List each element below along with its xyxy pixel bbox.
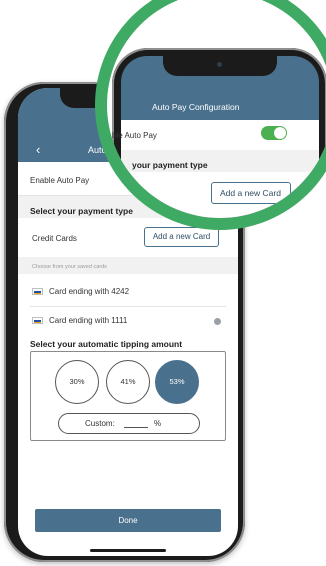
selected-check-icon: [214, 318, 221, 325]
tip-option-53[interactable]: 53%: [155, 360, 199, 404]
custom-tip-label: Custom:: [85, 419, 115, 428]
divider: [30, 306, 226, 307]
zoom-add-card-button[interactable]: Add a new Card: [211, 182, 291, 204]
card-label: Card ending with 1111: [49, 316, 128, 325]
credit-card-icon: [32, 317, 43, 324]
enable-auto-pay-label: Enable Auto Pay: [30, 176, 90, 185]
camera-icon: [217, 62, 222, 67]
add-card-button[interactable]: Add a new Card: [144, 227, 219, 247]
tip-option-30[interactable]: 30%: [55, 360, 99, 404]
custom-tip-unit: %: [154, 419, 162, 428]
toggle-knob: [274, 127, 286, 139]
custom-tip-field[interactable]: Custom: %: [58, 413, 200, 434]
zoom-enable-auto-pay-label: ble Auto Pay: [112, 131, 157, 140]
tip-option-41[interactable]: 41%: [106, 360, 150, 404]
custom-tip-input-line[interactable]: [124, 427, 148, 428]
card-label: Card ending with 4242: [49, 287, 130, 296]
auto-pay-toggle[interactable]: [261, 126, 287, 140]
zoom-page-title: Auto Pay Configuration: [152, 102, 240, 112]
home-indicator: [90, 549, 166, 552]
credit-cards-label: Credit Cards: [32, 234, 77, 243]
done-button[interactable]: Done: [35, 509, 221, 532]
credit-card-icon: [32, 288, 43, 295]
back-chevron-icon[interactable]: ‹: [36, 143, 40, 157]
zoom-payment-section-title: your payment type: [132, 160, 208, 170]
tipping-section-title: Select your automatic tipping amount: [30, 339, 183, 349]
saved-cards-hint: Choose from your saved cards: [32, 264, 107, 270]
app-marketing-visual: ‹ Auto Pay Enable Auto Pay Select your p…: [0, 0, 326, 566]
zoom-callout: Auto Pay Configuration ble Auto Pay your…: [107, 0, 326, 218]
